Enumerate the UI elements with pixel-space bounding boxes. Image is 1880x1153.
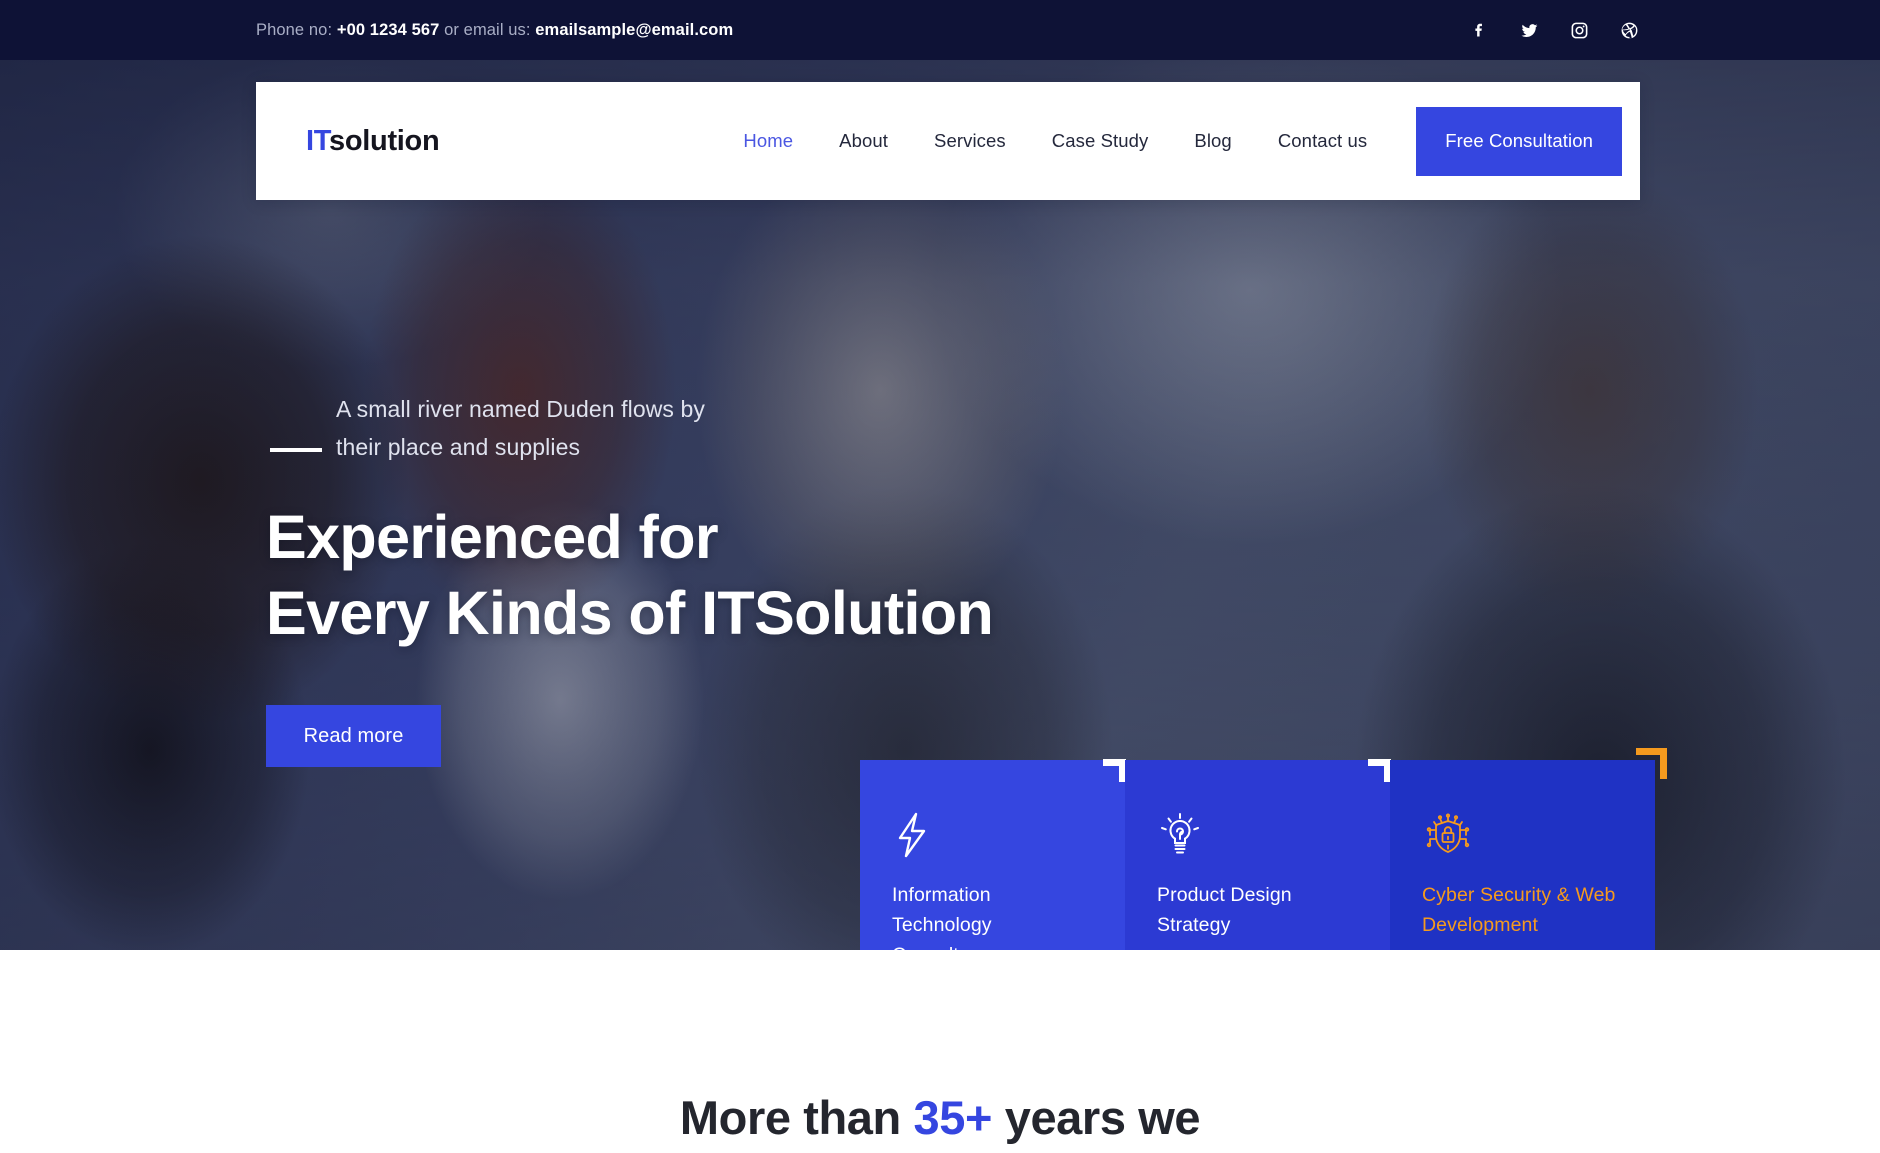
about-title-accent: 35+ bbox=[913, 1091, 993, 1144]
service-card-product-design-strategy[interactable]: Product Design Strategy bbox=[1125, 759, 1391, 950]
hero-eyebrow-dash bbox=[270, 448, 322, 452]
free-consultation-button[interactable]: Free Consultation bbox=[1416, 106, 1622, 176]
read-more-button[interactable]: Read more bbox=[266, 705, 441, 767]
card-corner-top-right bbox=[1636, 748, 1667, 779]
about-title-part2: years we bbox=[992, 1091, 1201, 1144]
card-title: Product Design Strategy bbox=[1157, 884, 1292, 936]
logo-accent-text: IT bbox=[306, 124, 330, 157]
about-section: More than 35+ years we bbox=[0, 950, 1880, 1153]
hero-eyebrow-line2: their place and supplies bbox=[336, 434, 581, 460]
navbar-wrapper: ITsolution Home About Services Case Stud… bbox=[256, 82, 1640, 200]
nav-item-case-study[interactable]: Case Study bbox=[1029, 130, 1172, 152]
logo-rest-text: solution bbox=[329, 124, 440, 157]
nav-item-contact-us[interactable]: Contact us bbox=[1255, 130, 1390, 152]
about-section-title: More than 35+ years we bbox=[679, 1090, 1201, 1145]
instagram-icon[interactable] bbox=[1568, 19, 1590, 41]
bolt-icon bbox=[892, 812, 1093, 864]
contact-phone-value[interactable]: +00 1234 567 bbox=[337, 21, 440, 39]
hero-headline: Experienced for Every Kinds of ITSolutio… bbox=[266, 499, 1166, 651]
card-corner-top-right bbox=[1103, 759, 1126, 782]
navbar: ITsolution Home About Services Case Stud… bbox=[256, 82, 1640, 200]
contact-email-value[interactable]: emailsample@email.com bbox=[535, 21, 733, 39]
top-bar-inner: Phone no: +00 1234 567 or email us: emai… bbox=[0, 19, 1880, 41]
site-logo[interactable]: ITsolution bbox=[306, 124, 440, 158]
hero-content: A small river named Duden flows by their… bbox=[266, 390, 1166, 767]
hero-eyebrow: A small river named Duden flows by their… bbox=[266, 390, 736, 466]
hero-section: ITsolution Home About Services Case Stud… bbox=[0, 60, 1880, 950]
service-cards: Information Technology Consultancy Produ… bbox=[860, 748, 1667, 950]
nav-item-services[interactable]: Services bbox=[911, 130, 1029, 152]
lightbulb-icon bbox=[1157, 812, 1358, 864]
card-title: Cyber Security & Web Development bbox=[1422, 884, 1616, 936]
dribbble-icon[interactable] bbox=[1618, 19, 1640, 41]
nav-item-about[interactable]: About bbox=[816, 130, 911, 152]
nav-item-home[interactable]: Home bbox=[720, 130, 816, 152]
contact-info: Phone no: +00 1234 567 or email us: emai… bbox=[256, 21, 733, 40]
nav-links: Home About Services Case Study Blog Cont… bbox=[720, 106, 1640, 176]
card-title: Information Technology Consultancy bbox=[892, 884, 1000, 950]
contact-phone-label: Phone no: bbox=[256, 20, 337, 39]
hero-headline-line2: Every Kinds of ITSolution bbox=[266, 579, 994, 647]
service-card-information-technology-consultancy[interactable]: Information Technology Consultancy bbox=[860, 759, 1126, 950]
hero-eyebrow-line1: A small river named Duden flows by bbox=[336, 396, 705, 422]
twitter-icon[interactable] bbox=[1518, 19, 1540, 41]
top-contact-bar: Phone no: +00 1234 567 or email us: emai… bbox=[0, 0, 1880, 60]
contact-email-label: or email us: bbox=[439, 20, 536, 39]
card-corner-top-right bbox=[1368, 759, 1391, 782]
hero-headline-line1: Experienced for bbox=[266, 503, 719, 571]
nav-item-blog[interactable]: Blog bbox=[1171, 130, 1254, 152]
social-links bbox=[1468, 19, 1640, 41]
cyber-shield-lock-icon bbox=[1422, 812, 1623, 864]
about-title-part1: More than bbox=[679, 1091, 914, 1144]
service-card-cyber-security-web-development[interactable]: Cyber Security & Web Development bbox=[1390, 748, 1667, 950]
facebook-icon[interactable] bbox=[1468, 19, 1490, 41]
